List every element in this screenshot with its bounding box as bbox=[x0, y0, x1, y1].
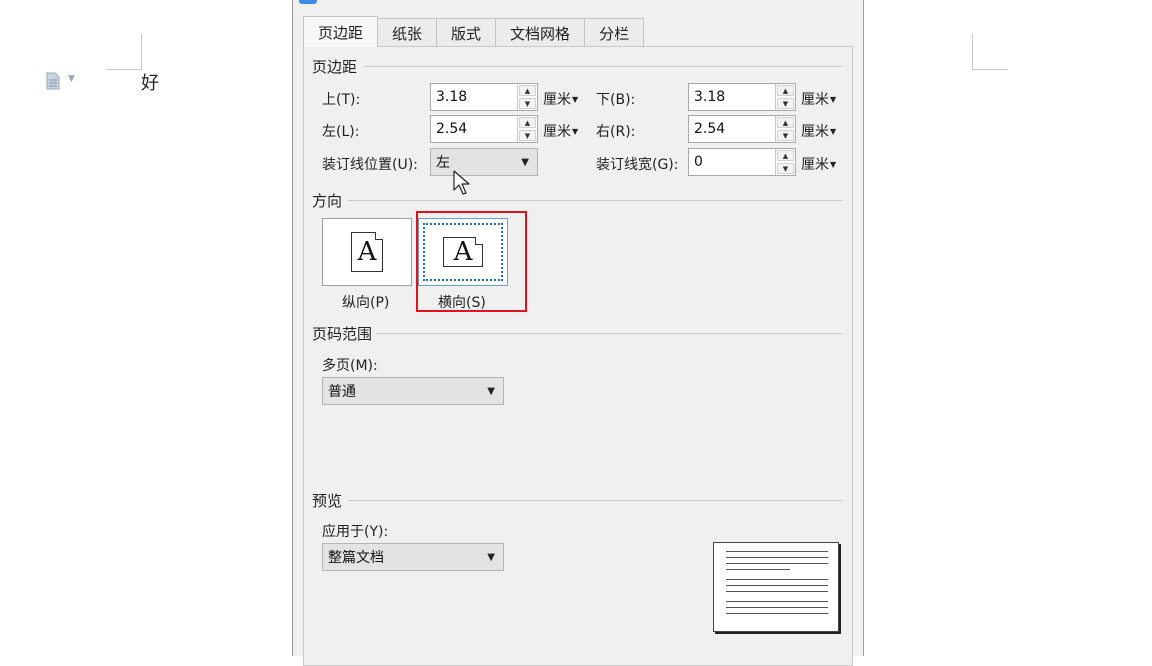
caret-down-icon: ▼ bbox=[572, 95, 579, 104]
bottom-margin-spinner[interactable]: 3.18 ▲ ▼ bbox=[688, 83, 796, 111]
mouse-pointer-icon bbox=[453, 170, 470, 195]
top-margin-value[interactable]: 3.18 bbox=[431, 84, 517, 110]
portrait-option[interactable]: A bbox=[322, 218, 412, 286]
apply-to-select[interactable]: 整篇文档 ▼ bbox=[322, 543, 504, 571]
tab-layout[interactable]: 版式 bbox=[436, 18, 497, 47]
landscape-highlight-box bbox=[416, 211, 527, 312]
gutter-width-spinner[interactable]: 0 ▲ ▼ bbox=[688, 148, 796, 176]
spin-down-icon[interactable]: ▼ bbox=[519, 130, 536, 141]
dropdown-arrow-icon: ▼ bbox=[521, 157, 529, 168]
group-divider bbox=[348, 200, 842, 201]
tab-paper[interactable]: 纸张 bbox=[377, 18, 438, 47]
tab-document-grid[interactable]: 文档网格 bbox=[495, 18, 586, 47]
tab-columns[interactable]: 分栏 bbox=[584, 18, 645, 47]
right-margin-unit[interactable]: 厘米▼ bbox=[801, 121, 836, 141]
crop-mark-top-right bbox=[972, 34, 1008, 70]
caret-down-icon: ▼ bbox=[830, 127, 837, 136]
top-margin-spinner[interactable]: 3.18 ▲ ▼ bbox=[430, 83, 538, 111]
multiple-pages-select[interactable]: 普通 ▼ bbox=[322, 377, 504, 405]
gutter-position-label: 装订线位置(U): bbox=[322, 157, 418, 173]
left-margin-unit[interactable]: 厘米▼ bbox=[543, 121, 578, 141]
gutter-width-value[interactable]: 0 bbox=[689, 149, 775, 175]
group-divider bbox=[348, 500, 842, 501]
left-margin-spinner[interactable]: 2.54 ▲ ▼ bbox=[430, 115, 538, 143]
tab-bar: 页边距 纸张 版式 文档网格 分栏 bbox=[303, 16, 645, 47]
document-text[interactable]: 好 bbox=[141, 69, 159, 95]
bottom-margin-value[interactable]: 3.18 bbox=[689, 84, 775, 110]
portrait-glyph: A bbox=[357, 237, 377, 267]
unit-label: 厘米 bbox=[801, 124, 829, 140]
crop-mark-top-left bbox=[106, 34, 142, 70]
right-margin-value[interactable]: 2.54 bbox=[689, 116, 775, 142]
spin-down-icon[interactable]: ▼ bbox=[777, 98, 794, 109]
page-range-group-title: 页码范围 bbox=[312, 323, 377, 344]
page-setup-dialog: 页边距 纸张 版式 文档网格 分栏 页边距 上(T): 3.18 ▲ ▼ 厘米▼ … bbox=[292, 0, 864, 666]
portrait-label[interactable]: 纵向(P) bbox=[342, 292, 389, 312]
left-margin-value[interactable]: 2.54 bbox=[431, 116, 517, 142]
right-margin-label: 右(R): bbox=[596, 124, 636, 140]
page-preview bbox=[713, 542, 839, 632]
spin-up-icon[interactable]: ▲ bbox=[777, 85, 794, 96]
margins-group-title: 页边距 bbox=[312, 56, 362, 77]
spin-up-icon[interactable]: ▲ bbox=[777, 117, 794, 128]
unit-label: 厘米 bbox=[543, 92, 571, 108]
multiple-pages-value: 普通 bbox=[328, 384, 356, 400]
bottom-margin-unit[interactable]: 厘米▼ bbox=[801, 89, 836, 109]
tab-margins[interactable]: 页边距 bbox=[303, 16, 379, 47]
orientation-group-title: 方向 bbox=[312, 190, 347, 211]
apply-to-value: 整篇文档 bbox=[328, 550, 384, 566]
bottom-margin-label: 下(B): bbox=[596, 92, 636, 108]
dialog-app-icon bbox=[299, 0, 317, 4]
multiple-pages-label: 多页(M): bbox=[322, 358, 378, 374]
unit-label: 厘米 bbox=[801, 157, 829, 173]
caret-down-icon: ▼ bbox=[572, 127, 579, 136]
apply-to-label: 应用于(Y): bbox=[322, 524, 389, 540]
top-margin-unit[interactable]: 厘米▼ bbox=[543, 89, 578, 109]
gutter-position-select[interactable]: 左 ▼ bbox=[430, 148, 538, 176]
preview-group-title: 预览 bbox=[312, 490, 347, 511]
right-margin-spinner[interactable]: 2.54 ▲ ▼ bbox=[688, 115, 796, 143]
left-margin-label: 左(L): bbox=[322, 124, 360, 140]
spin-down-icon[interactable]: ▼ bbox=[519, 98, 536, 109]
chevron-down-icon[interactable]: ▼ bbox=[68, 74, 75, 84]
spin-up-icon[interactable]: ▲ bbox=[519, 85, 536, 96]
spin-up-icon[interactable]: ▲ bbox=[777, 150, 794, 161]
gutter-width-unit[interactable]: 厘米▼ bbox=[801, 154, 836, 174]
spin-up-icon[interactable]: ▲ bbox=[519, 117, 536, 128]
portrait-page-icon: A bbox=[351, 232, 383, 272]
document-icon[interactable] bbox=[44, 72, 62, 90]
spin-down-icon[interactable]: ▼ bbox=[777, 163, 794, 174]
caret-down-icon: ▼ bbox=[830, 160, 837, 169]
group-divider bbox=[364, 66, 842, 67]
dropdown-arrow-icon: ▼ bbox=[487, 386, 495, 397]
gutter-width-label: 装订线宽(G): bbox=[596, 157, 679, 173]
dropdown-arrow-icon: ▼ bbox=[487, 552, 495, 563]
gutter-position-value: 左 bbox=[436, 155, 450, 171]
unit-label: 厘米 bbox=[543, 124, 571, 140]
unit-label: 厘米 bbox=[801, 92, 829, 108]
caret-down-icon: ▼ bbox=[830, 95, 837, 104]
top-margin-label: 上(T): bbox=[322, 92, 361, 108]
spin-down-icon[interactable]: ▼ bbox=[777, 130, 794, 141]
group-divider bbox=[376, 333, 842, 334]
